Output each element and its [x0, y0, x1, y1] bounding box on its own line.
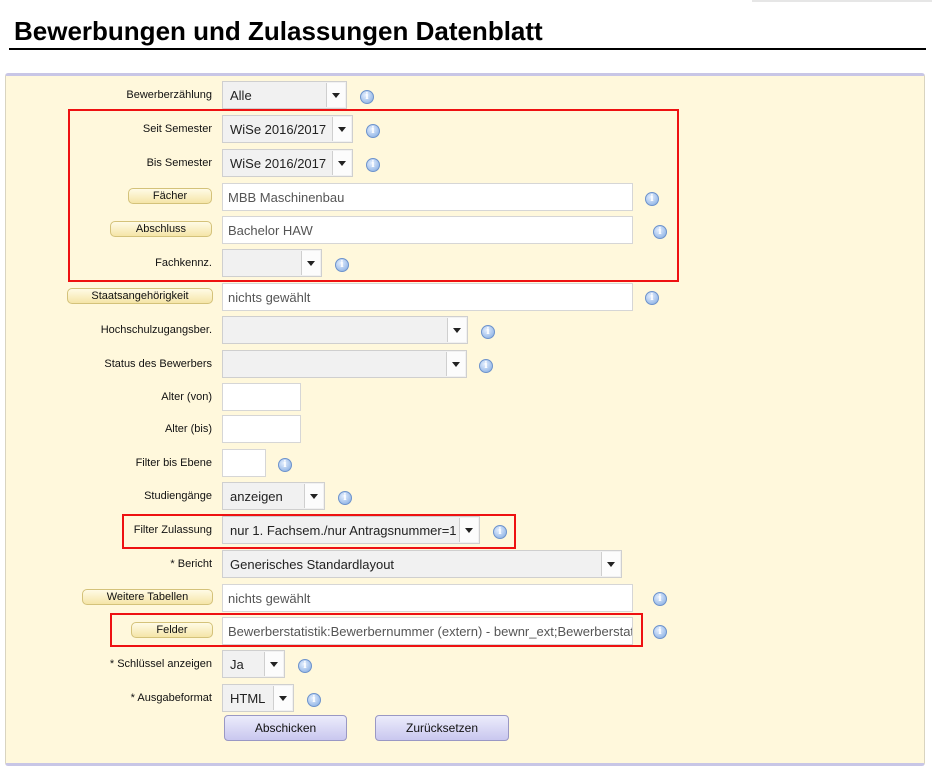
title-divider: [9, 48, 926, 50]
chevron-down-icon: [264, 652, 283, 676]
studiengaenge-label: Studiengänge: [144, 490, 212, 502]
bewerberzaehlung-value: Alle: [230, 88, 252, 103]
info-icon[interactable]: i: [481, 325, 495, 339]
schluessel-select[interactable]: Ja: [222, 650, 285, 678]
staatsangehoerigkeit-field[interactable]: nichts gewählt: [222, 283, 633, 311]
info-icon[interactable]: i: [338, 491, 352, 505]
bericht-value: Generisches Standardlayout: [230, 557, 395, 572]
bewerberzaehlung-select[interactable]: Alle: [222, 81, 347, 109]
ausgabeformat-value: HTML: [230, 691, 266, 706]
studiengaenge-value: anzeigen: [230, 489, 283, 504]
info-icon[interactable]: i: [653, 592, 667, 606]
alter-bis-label: Alter (bis): [164, 423, 212, 435]
staatsangehoerigkeit-button[interactable]: Staatsangehörigkeit: [67, 288, 213, 304]
hochschulzugangsber-label: Hochschulzugangsber.: [100, 324, 212, 336]
studiengaenge-select[interactable]: anzeigen: [222, 482, 325, 510]
weitere-tabellen-button[interactable]: Weitere Tabellen: [82, 589, 213, 605]
chevron-down-icon: [326, 83, 345, 107]
chevron-down-icon: [304, 484, 323, 508]
info-icon[interactable]: i: [479, 359, 493, 373]
bewerberzaehlung-label: Bewerberzählung: [126, 89, 212, 101]
filter-ebene-input[interactable]: [222, 449, 266, 477]
bericht-label: * Bericht: [170, 558, 212, 570]
info-icon[interactable]: i: [278, 458, 292, 472]
alter-bis-input[interactable]: [222, 415, 301, 443]
weitere-tabellen-field[interactable]: nichts gewählt: [222, 584, 633, 612]
ausgabeformat-label: * Ausgabeformat: [130, 692, 212, 704]
ausgabeformat-select[interactable]: HTML: [222, 684, 294, 712]
info-icon[interactable]: i: [298, 659, 312, 673]
highlight-frame-felder: [110, 613, 643, 647]
status-bewerber-select[interactable]: [222, 350, 467, 378]
bericht-select[interactable]: Generisches Standardlayout: [222, 550, 622, 578]
alter-von-label: Alter (von): [161, 391, 212, 403]
info-icon[interactable]: i: [360, 90, 374, 104]
info-icon[interactable]: i: [645, 291, 659, 305]
page-title: Bewerbungen und Zulassungen Datenblatt: [14, 16, 543, 46]
highlight-frame-filter-zulassung: [122, 514, 516, 549]
highlight-frame-semester-block: [68, 109, 679, 282]
schluessel-label: * Schlüssel anzeigen: [109, 658, 212, 670]
schluessel-value: Ja: [230, 657, 244, 672]
hochschulzugangsber-select[interactable]: [222, 316, 468, 344]
submit-button[interactable]: Abschicken: [224, 715, 347, 741]
chevron-down-icon: [447, 318, 466, 342]
info-icon[interactable]: i: [653, 625, 667, 639]
alter-von-input[interactable]: [222, 383, 301, 411]
status-bewerber-label: Status des Bewerbers: [104, 358, 212, 370]
chevron-down-icon: [601, 552, 620, 576]
filter-ebene-label: Filter bis Ebene: [135, 457, 212, 469]
reset-button[interactable]: Zurücksetzen: [375, 715, 509, 741]
info-icon[interactable]: i: [307, 693, 321, 707]
top-strip: [752, 0, 932, 2]
chevron-down-icon: [446, 352, 465, 376]
chevron-down-icon: [273, 686, 292, 710]
